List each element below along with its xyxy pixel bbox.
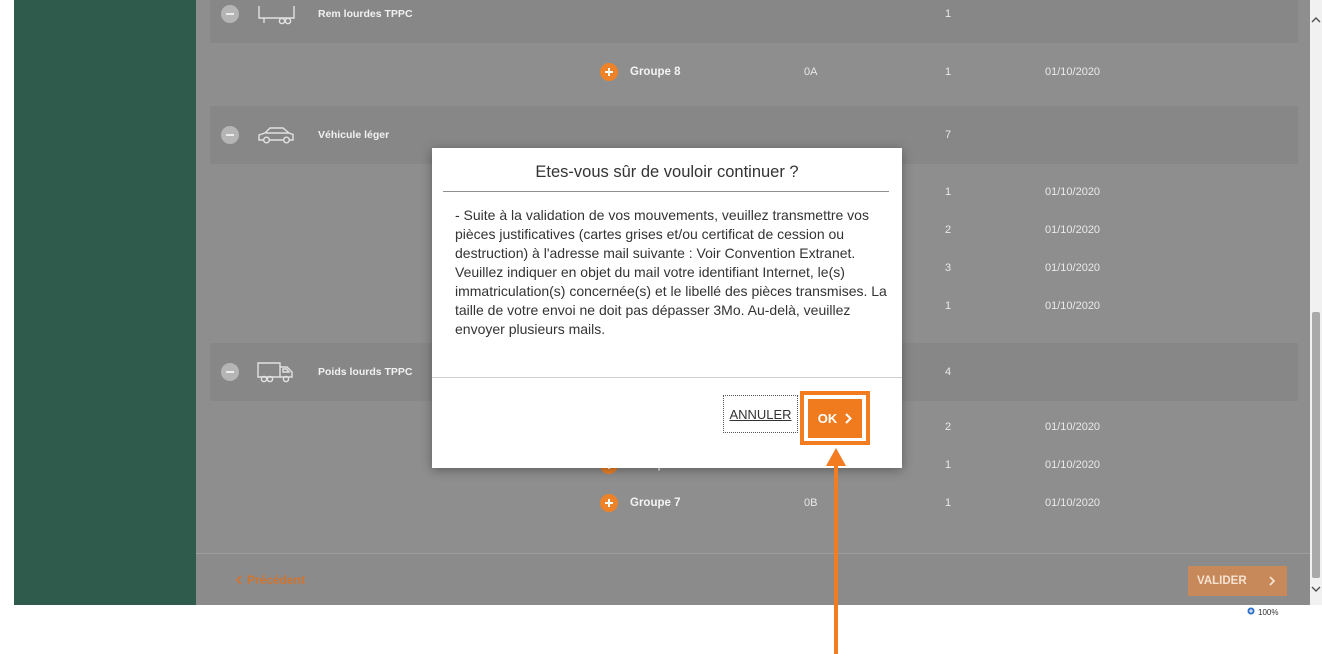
title-divider [443,191,889,192]
dialog-message: - Suite à la validation de vos mouvement… [455,206,895,339]
cancel-button[interactable]: ANNULER [723,395,798,433]
zoom-level: 100% [1258,607,1279,617]
message-line: - Suite à la validation de vos mouvement… [455,207,869,223]
message-line: Veuillez indiquer en objet du mail votre… [455,264,845,280]
annotation-highlight [800,391,870,445]
zoom-icon [1247,607,1255,617]
footer-divider [432,377,902,378]
annotation-arrow [824,448,848,654]
message-line: immatriculation(s) concernée(s) et le li… [455,283,887,299]
message-line: pièces justificatives (cartes grises et/… [455,226,845,242]
dialog-title: Etes-vous sûr de vouloir continuer ? [535,163,799,181]
zoom-indicator[interactable]: 100% [1247,606,1278,618]
message-line: destruction) à l'adresse mail suivante :… [455,245,856,261]
message-line: envoyer plusieurs mails. [455,321,606,337]
message-line: taille de votre envoi ne doit pas dépass… [455,302,851,318]
